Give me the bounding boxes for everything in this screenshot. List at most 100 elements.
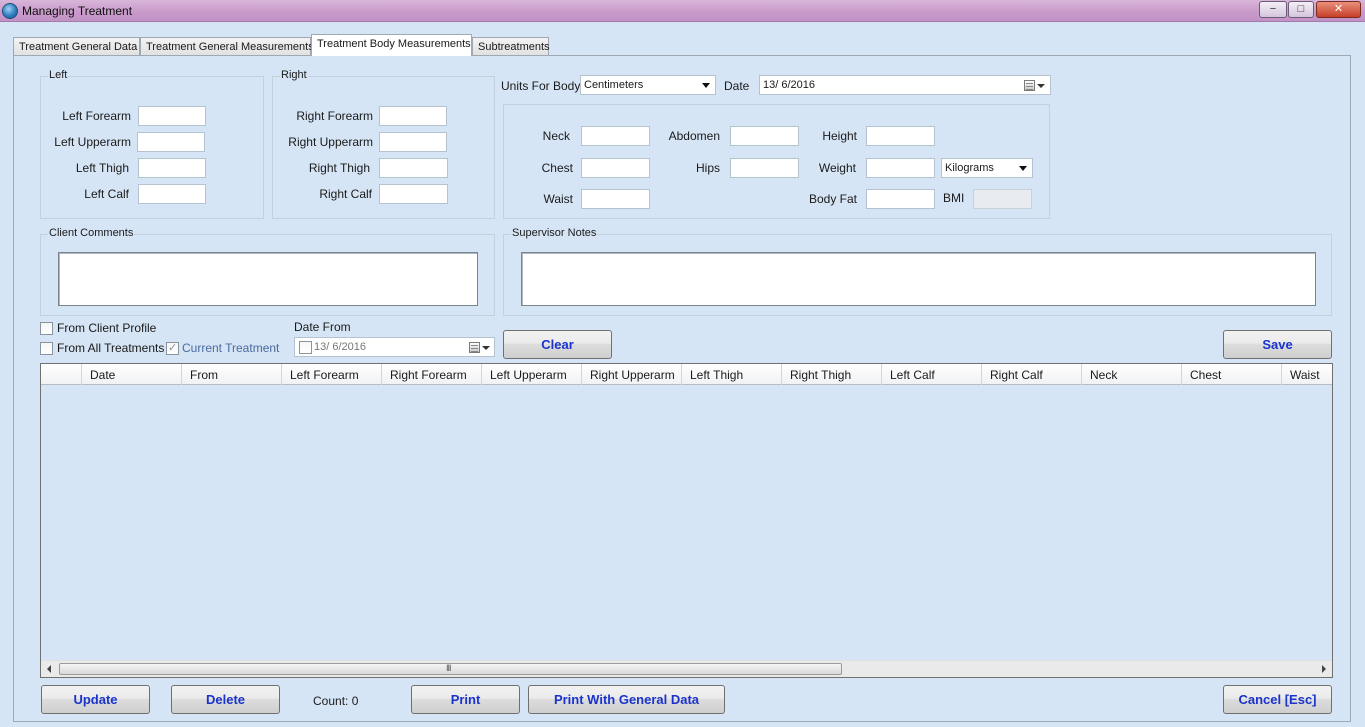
left-group-title: Left [48,69,69,81]
waist-label: Waist [543,192,573,206]
left-upperarm-label: Left Upperarm [54,135,131,149]
close-button[interactable]: ✕ [1316,1,1361,18]
from-client-profile-label: From Client Profile [57,321,157,335]
from-all-treatments-checkbox[interactable] [40,342,53,355]
save-button[interactable]: Save [1223,330,1332,359]
date-from-picker[interactable]: 13/ 6/2016 [294,337,495,357]
supervisor-notes-textarea[interactable] [521,252,1316,306]
scrollbar-thumb[interactable]: III [59,663,842,675]
weight-unit-value: Kilograms [945,162,994,174]
date-from-checkbox[interactable] [299,341,312,354]
tab-treatment-general-measurements[interactable]: Treatment General Measurements [140,37,314,56]
grid-column-left-upperarm[interactable]: Left Upperarm [482,364,582,385]
horizontal-scrollbar[interactable]: III [41,660,1332,677]
grid-column-right-forearm[interactable]: Right Forearm [382,364,482,385]
current-treatment-checkbox[interactable] [166,341,179,355]
window-title: Managing Treatment [22,4,133,18]
scrollbar-grip: III [446,663,451,673]
grid-column-waist[interactable]: Waist [1282,364,1332,385]
app-icon [2,3,18,19]
calendar-icon [469,342,480,353]
units-for-body-label: Units For Body [501,79,581,93]
tab-subtreatments[interactable]: Subtreatments [472,37,550,56]
units-for-body-select[interactable]: Centimeters [580,75,716,95]
left-forearm-label: Left Forearm [62,109,131,123]
hips-label: Hips [695,161,720,175]
right-upperarm-label: Right Upperarm [288,135,373,149]
grid-column-right-thigh[interactable]: Right Thigh [782,364,882,385]
chevron-down-icon [482,346,490,350]
update-button[interactable]: Update [41,685,150,714]
measurements-grid[interactable]: Date From Left Forearm Right Forearm Lef… [40,363,1333,678]
scroll-right-icon[interactable] [1322,665,1326,673]
cancel-button[interactable]: Cancel [Esc] [1223,685,1332,714]
date-label: Date [724,79,750,93]
supervisor-notes-title: Supervisor Notes [511,227,598,239]
hips-input[interactable] [730,158,799,178]
grid-column-right-upperarm[interactable]: Right Upperarm [582,364,682,385]
grid-column-date[interactable]: Date [82,364,182,385]
chevron-down-icon [702,83,710,88]
title-bar: Managing Treatment − □ ✕ [0,0,1365,22]
left-thigh-label: Left Thigh [75,161,129,175]
abdomen-input[interactable] [730,126,799,146]
from-all-treatments-label: From All Treatments [57,341,165,355]
minimize-button[interactable]: − [1259,1,1287,18]
client-comments-textarea[interactable] [58,252,478,306]
left-calf-input[interactable] [138,184,206,204]
right-calf-input[interactable] [379,184,448,204]
grid-header: Date From Left Forearm Right Forearm Lef… [41,364,1332,385]
right-upperarm-input[interactable] [379,132,447,152]
calendar-icon [1024,80,1035,91]
body-fat-label: Body Fat [808,192,857,206]
grid-column-left-forearm[interactable]: Left Forearm [282,364,382,385]
tab-treatment-body-measurements[interactable]: Treatment Body Measurements [311,34,472,56]
right-thigh-input[interactable] [379,158,448,178]
weight-unit-select[interactable]: Kilograms [941,158,1033,178]
grid-row-header-corner [41,364,82,385]
clear-button[interactable]: Clear [503,330,612,359]
print-with-general-data-button[interactable]: Print With General Data [528,685,725,714]
print-button[interactable]: Print [411,685,520,714]
date-value: 13/ 6/2016 [763,79,815,91]
maximize-button[interactable]: □ [1288,1,1314,18]
left-calf-label: Left Calf [84,187,129,201]
left-forearm-input[interactable] [138,106,206,126]
scroll-left-icon[interactable] [47,665,51,673]
abdomen-label: Abdomen [668,129,720,143]
right-group-title: Right [280,69,308,81]
grid-column-from[interactable]: From [182,364,282,385]
from-client-profile-checkbox[interactable] [40,322,53,335]
tab-treatment-general-data[interactable]: Treatment General Data [13,37,140,56]
delete-button[interactable]: Delete [171,685,280,714]
right-thigh-label: Right Thigh [308,161,370,175]
date-from-label: Date From [294,320,351,334]
left-upperarm-input[interactable] [137,132,205,152]
neck-label: Neck [542,129,570,143]
count-label: Count: 0 [313,694,359,708]
units-for-body-value: Centimeters [584,79,644,91]
right-forearm-label: Right Forearm [296,109,373,123]
grid-column-right-calf[interactable]: Right Calf [982,364,1082,385]
chevron-down-icon [1037,84,1045,88]
weight-input[interactable] [866,158,935,178]
right-calf-label: Right Calf [319,187,372,201]
left-thigh-input[interactable] [138,158,206,178]
grid-column-neck[interactable]: Neck [1082,364,1182,385]
chest-label: Chest [541,161,573,175]
height-input[interactable] [866,126,935,146]
grid-column-chest[interactable]: Chest [1182,364,1282,385]
grid-column-left-thigh[interactable]: Left Thigh [682,364,782,385]
body-fat-input[interactable] [866,189,935,209]
height-label: Height [822,129,857,143]
chevron-down-icon [1019,166,1027,171]
neck-input[interactable] [581,126,650,146]
chest-input[interactable] [581,158,650,178]
grid-column-left-calf[interactable]: Left Calf [882,364,982,385]
waist-input[interactable] [581,189,650,209]
right-forearm-input[interactable] [379,106,447,126]
date-picker[interactable]: 13/ 6/2016 [759,75,1051,95]
bmi-field [973,189,1032,209]
client-comments-title: Client Comments [48,227,135,239]
weight-label: Weight [818,161,856,175]
